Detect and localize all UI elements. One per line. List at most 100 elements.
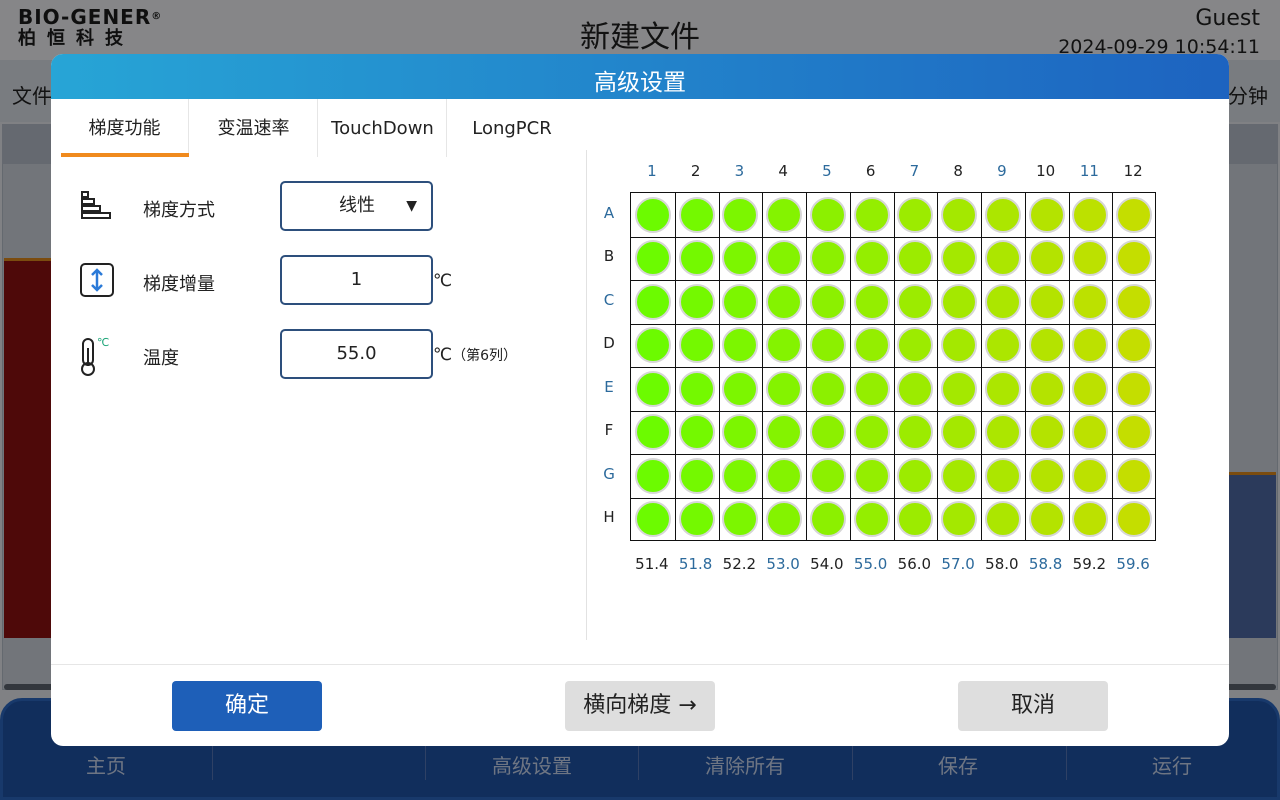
well-G3[interactable]	[722, 457, 759, 494]
well-B7[interactable]	[897, 240, 934, 277]
well-D3[interactable]	[722, 327, 759, 364]
well-H2[interactable]	[678, 501, 715, 538]
well-G5[interactable]	[809, 457, 846, 494]
well-C4[interactable]	[766, 283, 803, 320]
well-B6[interactable]	[853, 240, 890, 277]
well-H7[interactable]	[897, 501, 934, 538]
well-F1[interactable]	[634, 414, 671, 451]
well-E10[interactable]	[1028, 370, 1065, 407]
well-F7[interactable]	[897, 414, 934, 451]
well-C3[interactable]	[722, 283, 759, 320]
tab-longpcr[interactable]: LongPCR	[448, 99, 576, 157]
well-E4[interactable]	[766, 370, 803, 407]
well-C8[interactable]	[941, 283, 978, 320]
well-B2[interactable]	[678, 240, 715, 277]
well-G10[interactable]	[1028, 457, 1065, 494]
well-G2[interactable]	[678, 457, 715, 494]
well-D2[interactable]	[678, 327, 715, 364]
well-A1[interactable]	[634, 196, 671, 233]
well-H4[interactable]	[766, 501, 803, 538]
well-D6[interactable]	[853, 327, 890, 364]
cancel-button[interactable]: 取消	[958, 681, 1108, 731]
well-C1[interactable]	[634, 283, 671, 320]
well-D9[interactable]	[984, 327, 1021, 364]
well-G1[interactable]	[634, 457, 671, 494]
well-B4[interactable]	[766, 240, 803, 277]
well-D7[interactable]	[897, 327, 934, 364]
confirm-button[interactable]: 确定	[172, 681, 322, 731]
gradient-mode-select[interactable]: 线性 ▼	[280, 181, 433, 231]
well-B8[interactable]	[941, 240, 978, 277]
well-D4[interactable]	[766, 327, 803, 364]
well-A9[interactable]	[984, 196, 1021, 233]
well-A12[interactable]	[1116, 196, 1153, 233]
well-B3[interactable]	[722, 240, 759, 277]
well-D11[interactable]	[1072, 327, 1109, 364]
well-G12[interactable]	[1116, 457, 1153, 494]
well-F5[interactable]	[809, 414, 846, 451]
well-F3[interactable]	[722, 414, 759, 451]
well-B9[interactable]	[984, 240, 1021, 277]
well-D5[interactable]	[809, 327, 846, 364]
well-E8[interactable]	[941, 370, 978, 407]
well-D8[interactable]	[941, 327, 978, 364]
well-E11[interactable]	[1072, 370, 1109, 407]
well-A4[interactable]	[766, 196, 803, 233]
well-C10[interactable]	[1028, 283, 1065, 320]
well-E3[interactable]	[722, 370, 759, 407]
well-C6[interactable]	[853, 283, 890, 320]
well-H3[interactable]	[722, 501, 759, 538]
well-A11[interactable]	[1072, 196, 1109, 233]
well-A8[interactable]	[941, 196, 978, 233]
well-A2[interactable]	[678, 196, 715, 233]
well-H9[interactable]	[984, 501, 1021, 538]
well-B1[interactable]	[634, 240, 671, 277]
well-A5[interactable]	[809, 196, 846, 233]
well-F4[interactable]	[766, 414, 803, 451]
well-G9[interactable]	[984, 457, 1021, 494]
well-F9[interactable]	[984, 414, 1021, 451]
well-G7[interactable]	[897, 457, 934, 494]
well-A10[interactable]	[1028, 196, 1065, 233]
well-B10[interactable]	[1028, 240, 1065, 277]
well-H6[interactable]	[853, 501, 890, 538]
well-G8[interactable]	[941, 457, 978, 494]
well-E1[interactable]	[634, 370, 671, 407]
tab-gradient[interactable]: 梯度功能	[61, 99, 189, 157]
well-C7[interactable]	[897, 283, 934, 320]
well-A7[interactable]	[897, 196, 934, 233]
well-C11[interactable]	[1072, 283, 1109, 320]
well-E9[interactable]	[984, 370, 1021, 407]
well-H12[interactable]	[1116, 501, 1153, 538]
well-F12[interactable]	[1116, 414, 1153, 451]
well-B5[interactable]	[809, 240, 846, 277]
well-C5[interactable]	[809, 283, 846, 320]
well-E5[interactable]	[809, 370, 846, 407]
well-D1[interactable]	[634, 327, 671, 364]
well-E7[interactable]	[897, 370, 934, 407]
well-C12[interactable]	[1116, 283, 1153, 320]
well-G4[interactable]	[766, 457, 803, 494]
well-H11[interactable]	[1072, 501, 1109, 538]
well-F2[interactable]	[678, 414, 715, 451]
tab-ramp-rate[interactable]: 变温速率	[190, 99, 318, 157]
well-E6[interactable]	[853, 370, 890, 407]
well-F8[interactable]	[941, 414, 978, 451]
well-C2[interactable]	[678, 283, 715, 320]
well-D10[interactable]	[1028, 327, 1065, 364]
well-B12[interactable]	[1116, 240, 1153, 277]
well-H8[interactable]	[941, 501, 978, 538]
well-G11[interactable]	[1072, 457, 1109, 494]
well-B11[interactable]	[1072, 240, 1109, 277]
well-F11[interactable]	[1072, 414, 1109, 451]
temperature-input[interactable]: 55.0	[280, 329, 433, 379]
well-E2[interactable]	[678, 370, 715, 407]
gradient-step-input[interactable]: 1	[280, 255, 433, 305]
well-C9[interactable]	[984, 283, 1021, 320]
well-D12[interactable]	[1116, 327, 1153, 364]
well-H10[interactable]	[1028, 501, 1065, 538]
well-G6[interactable]	[853, 457, 890, 494]
well-F10[interactable]	[1028, 414, 1065, 451]
well-A3[interactable]	[722, 196, 759, 233]
tab-touchdown[interactable]: TouchDown	[319, 99, 447, 157]
